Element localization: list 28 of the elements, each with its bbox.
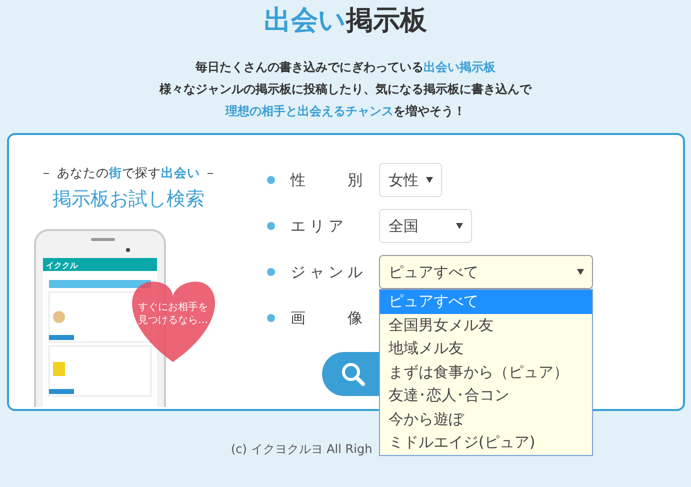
- promo-tagline: － あなたの街で探す出会い －: [40, 165, 217, 182]
- page-title: 出会い掲示板: [264, 4, 427, 38]
- copyright-text: (c) イクヨクルヨ All Righ: [231, 441, 372, 458]
- select-field[interactable]: 全国: [378, 209, 472, 243]
- field-label: 画 像: [290, 308, 368, 328]
- select-field[interactable]: ピュアすべて: [378, 255, 592, 289]
- intro-text: 様々なジャンルの掲示板に投稿したり、気になる掲示板に書き込んで: [160, 81, 532, 98]
- field-label: 性 別: [290, 170, 368, 190]
- dropdown-option[interactable]: ミドルエイジ(ピュア): [380, 431, 592, 454]
- caret-icon: [456, 223, 462, 229]
- dropdown-option[interactable]: 地域メル友: [380, 337, 592, 360]
- dropdown-option[interactable]: 今から遊ぼ: [380, 408, 592, 431]
- dropdown-option[interactable]: まずは食事から（ピュア）: [380, 360, 592, 384]
- promo-title: 掲示板お試し検索: [52, 187, 204, 212]
- field-label: エリア: [290, 216, 348, 236]
- dropdown-option[interactable]: 友達･恋人･合コン: [380, 384, 592, 408]
- bullet-icon: [266, 268, 274, 276]
- caret-icon: [426, 177, 432, 183]
- bullet-icon: [266, 314, 274, 322]
- bullet-icon: [266, 176, 274, 184]
- intro-text: 毎日たくさんの書き込みでにぎわっている出会い掲示板: [196, 59, 496, 76]
- intro-text: 理想の相手と出会えるチャンスを増やそう！: [226, 103, 466, 120]
- bullet-icon: [266, 222, 274, 230]
- dropdown-option[interactable]: 全国男女メル友: [380, 314, 592, 337]
- select-field[interactable]: 女性: [378, 163, 442, 197]
- search-icon: [340, 361, 366, 387]
- caret-icon: [576, 269, 584, 275]
- field-label: ジャンル: [290, 262, 368, 282]
